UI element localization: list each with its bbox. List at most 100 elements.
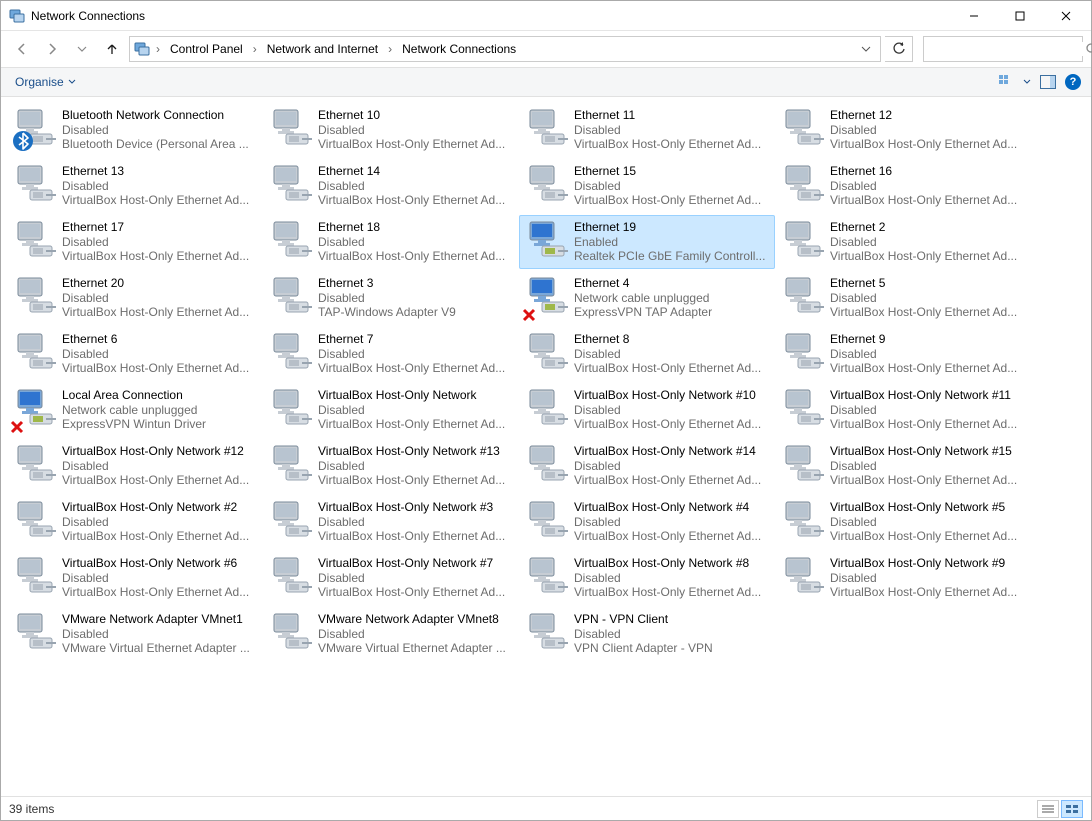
connection-item[interactable]: VirtualBox Host-Only Network #11Disabled… [775, 383, 1031, 437]
connection-item[interactable]: VirtualBox Host-Only Network #13Disabled… [263, 439, 519, 493]
close-button[interactable] [1043, 1, 1089, 31]
address-dropdown-button[interactable] [856, 44, 876, 54]
connection-name: Ethernet 14 [318, 164, 512, 179]
breadcrumb-item[interactable]: Network Connections [398, 40, 520, 58]
connection-item[interactable]: VPN - VPN ClientDisabledVPN Client Adapt… [519, 607, 775, 661]
breadcrumb-sep-icon[interactable]: › [386, 42, 394, 56]
details-view-button[interactable] [1037, 800, 1059, 818]
connection-item[interactable]: Ethernet 18DisabledVirtualBox Host-Only … [263, 215, 519, 269]
connection-name: Ethernet 5 [830, 276, 1024, 291]
connection-item[interactable]: VirtualBox Host-Only Network #7DisabledV… [263, 551, 519, 605]
connection-name: Ethernet 13 [62, 164, 256, 179]
search-box[interactable] [923, 36, 1083, 62]
refresh-button[interactable] [885, 36, 913, 62]
connection-name: VirtualBox Host-Only Network #15 [830, 444, 1024, 459]
connection-item[interactable]: Ethernet 13DisabledVirtualBox Host-Only … [7, 159, 263, 213]
tiles-view-button[interactable] [1061, 800, 1083, 818]
connection-item[interactable]: Ethernet 10DisabledVirtualBox Host-Only … [263, 103, 519, 157]
connection-item[interactable]: Ethernet 17DisabledVirtualBox Host-Only … [7, 215, 263, 269]
connection-name: Ethernet 15 [574, 164, 768, 179]
recent-locations-button[interactable] [69, 36, 95, 62]
preview-pane-button[interactable] [1039, 73, 1057, 91]
connection-item[interactable]: VirtualBox Host-Only Network #4DisabledV… [519, 495, 775, 549]
connection-item[interactable]: Ethernet 8DisabledVirtualBox Host-Only E… [519, 327, 775, 381]
connection-device: VirtualBox Host-Only Ethernet Ad... [574, 529, 768, 544]
view-options-button[interactable] [997, 73, 1015, 91]
chevron-down-icon[interactable] [1023, 78, 1031, 86]
connection-name: Ethernet 12 [830, 108, 1024, 123]
network-adapter-icon [780, 444, 824, 488]
breadcrumb-sep-icon[interactable]: › [251, 42, 259, 56]
forward-button[interactable] [39, 36, 65, 62]
connection-name: VirtualBox Host-Only Network #2 [62, 500, 256, 515]
connection-device: VMware Virtual Ethernet Adapter ... [318, 641, 512, 656]
search-input[interactable] [930, 42, 1085, 56]
connection-item[interactable]: Ethernet 15DisabledVirtualBox Host-Only … [519, 159, 775, 213]
network-adapter-icon [12, 444, 56, 488]
connection-name: VMware Network Adapter VMnet1 [62, 612, 256, 627]
connection-item[interactable]: Local Area ConnectionNetwork cable unplu… [7, 383, 263, 437]
connection-name: Ethernet 19 [574, 220, 768, 235]
connection-item[interactable]: VirtualBox Host-Only Network #5DisabledV… [775, 495, 1031, 549]
connection-name: Ethernet 10 [318, 108, 512, 123]
connection-device: VirtualBox Host-Only Ethernet Ad... [574, 417, 768, 432]
status-bar: 39 items [1, 796, 1091, 820]
connection-item[interactable]: Ethernet 2DisabledVirtualBox Host-Only E… [775, 215, 1031, 269]
up-button[interactable] [99, 36, 125, 62]
connection-name: Bluetooth Network Connection [62, 108, 256, 123]
connection-item[interactable]: VirtualBox Host-Only Network #3DisabledV… [263, 495, 519, 549]
back-button[interactable] [9, 36, 35, 62]
window-title: Network Connections [31, 9, 951, 23]
connection-name: Ethernet 4 [574, 276, 768, 291]
connection-item[interactable]: VirtualBox Host-Only Network #12Disabled… [7, 439, 263, 493]
connection-item[interactable]: VirtualBox Host-Only Network #15Disabled… [775, 439, 1031, 493]
connection-item[interactable]: Ethernet 9DisabledVirtualBox Host-Only E… [775, 327, 1031, 381]
connection-status: Disabled [318, 459, 512, 474]
network-adapter-icon [524, 220, 568, 264]
connection-item[interactable]: Ethernet 14DisabledVirtualBox Host-Only … [263, 159, 519, 213]
connection-item[interactable]: VMware Network Adapter VMnet1DisabledVMw… [7, 607, 263, 661]
help-button[interactable]: ? [1065, 74, 1081, 90]
connection-item[interactable]: VirtualBox Host-Only Network #9DisabledV… [775, 551, 1031, 605]
connection-status: Disabled [574, 403, 768, 418]
connection-item[interactable]: Ethernet 19EnabledRealtek PCIe GbE Famil… [519, 215, 775, 269]
navigation-bar: › Control Panel › Network and Internet ›… [1, 31, 1091, 67]
connection-device: VirtualBox Host-Only Ethernet Ad... [574, 585, 768, 600]
connection-device: VirtualBox Host-Only Ethernet Ad... [830, 473, 1024, 488]
connection-item[interactable]: VirtualBox Host-Only Network #8DisabledV… [519, 551, 775, 605]
connection-item[interactable]: Ethernet 3DisabledTAP-Windows Adapter V9 [263, 271, 519, 325]
connection-item[interactable]: Ethernet 16DisabledVirtualBox Host-Only … [775, 159, 1031, 213]
minimize-button[interactable] [951, 1, 997, 31]
connection-item[interactable]: VirtualBox Host-Only Network #2DisabledV… [7, 495, 263, 549]
connection-name: Ethernet 3 [318, 276, 512, 291]
network-adapter-icon [524, 108, 568, 152]
connection-device: VirtualBox Host-Only Ethernet Ad... [62, 249, 256, 264]
connection-item[interactable]: VirtualBox Host-Only Network #14Disabled… [519, 439, 775, 493]
content-area[interactable]: Bluetooth Network ConnectionDisabledBlue… [1, 97, 1091, 796]
connection-item[interactable]: Ethernet 11DisabledVirtualBox Host-Only … [519, 103, 775, 157]
connection-item[interactable]: Bluetooth Network ConnectionDisabledBlue… [7, 103, 263, 157]
connection-name: VirtualBox Host-Only Network #8 [574, 556, 768, 571]
connection-item[interactable]: Ethernet 20DisabledVirtualBox Host-Only … [7, 271, 263, 325]
network-adapter-icon [780, 556, 824, 600]
connection-item[interactable]: VirtualBox Host-Only Network #6DisabledV… [7, 551, 263, 605]
connection-name: VirtualBox Host-Only Network #6 [62, 556, 256, 571]
connection-device: TAP-Windows Adapter V9 [318, 305, 512, 320]
maximize-button[interactable] [997, 1, 1043, 31]
organise-menu-button[interactable]: Organise [11, 73, 80, 91]
network-adapter-icon [268, 500, 312, 544]
breadcrumb-item[interactable]: Network and Internet [263, 40, 382, 58]
connection-item[interactable]: VirtualBox Host-Only Network #10Disabled… [519, 383, 775, 437]
connection-item[interactable]: Ethernet 12DisabledVirtualBox Host-Only … [775, 103, 1031, 157]
connection-item[interactable]: Ethernet 6DisabledVirtualBox Host-Only E… [7, 327, 263, 381]
connection-item[interactable]: Ethernet 5DisabledVirtualBox Host-Only E… [775, 271, 1031, 325]
connection-status: Disabled [318, 235, 512, 250]
network-adapter-icon [524, 556, 568, 600]
connection-item[interactable]: VirtualBox Host-Only NetworkDisabledVirt… [263, 383, 519, 437]
connection-item[interactable]: VMware Network Adapter VMnet8DisabledVMw… [263, 607, 519, 661]
connection-item[interactable]: Ethernet 4Network cable unpluggedExpress… [519, 271, 775, 325]
breadcrumb-item[interactable]: Control Panel [166, 40, 247, 58]
breadcrumb-sep-icon[interactable]: › [154, 42, 162, 56]
connection-item[interactable]: Ethernet 7DisabledVirtualBox Host-Only E… [263, 327, 519, 381]
address-bar[interactable]: › Control Panel › Network and Internet ›… [129, 36, 881, 62]
